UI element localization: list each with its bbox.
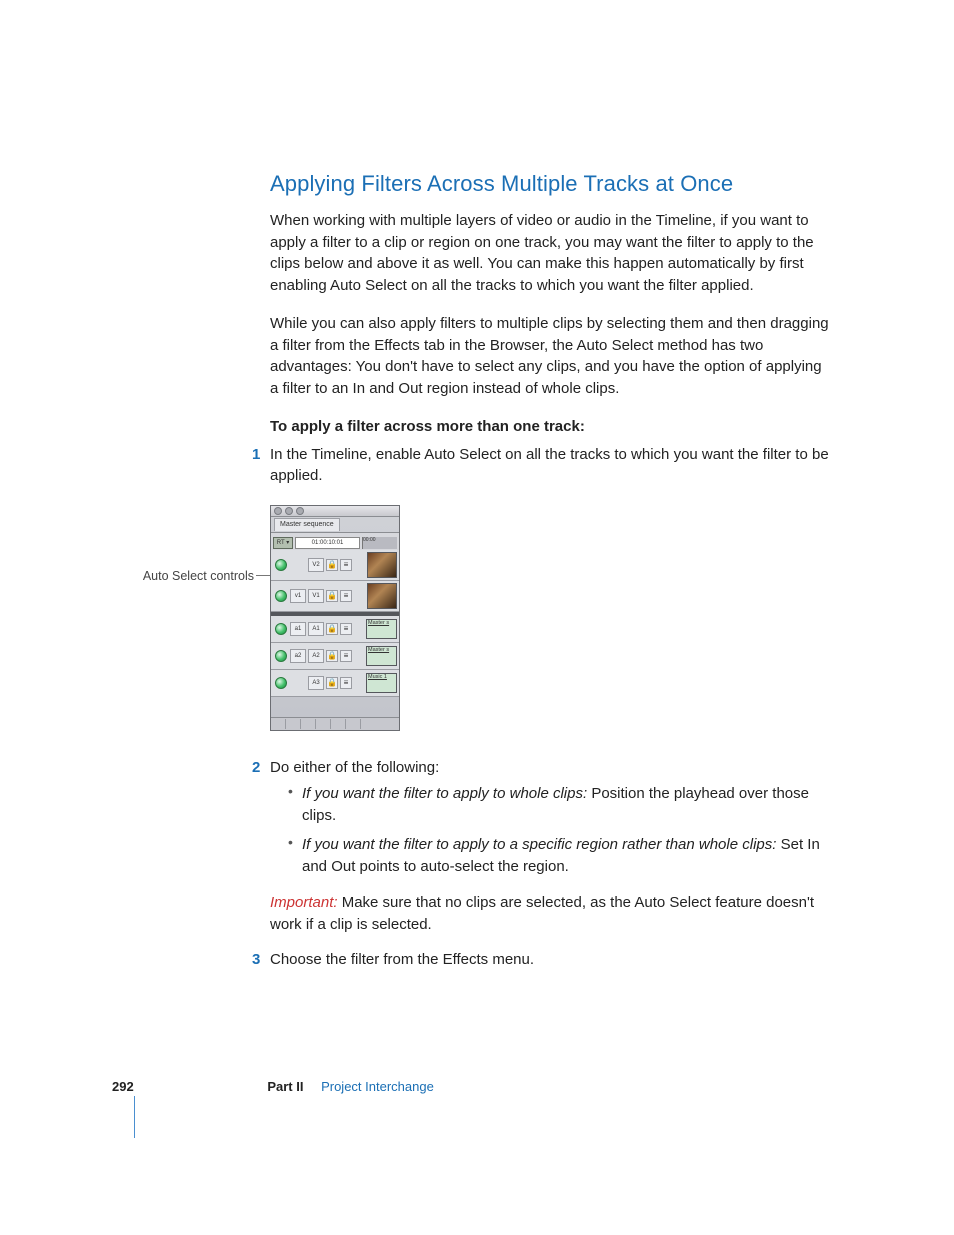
figure-timeline: Auto Select controls Master sequence RT … — [270, 505, 832, 735]
step-2-intro: Do either of the following: — [270, 759, 439, 776]
track-a1: a1 A1 🔒 ≡ Master s — [271, 616, 399, 643]
timeline-titlebar — [271, 506, 399, 517]
margin-rule — [134, 1096, 135, 1138]
audio-clip: Master s — [366, 619, 397, 639]
bullet-lead: If you want the filter to apply to a spe… — [302, 836, 781, 853]
track-v2: V2 🔒 ≡ — [271, 550, 399, 581]
timeline-footer — [271, 717, 399, 730]
bullet-specific-region: If you want the filter to apply to a spe… — [288, 834, 832, 878]
track-option-icon: ≡ — [340, 677, 352, 689]
callout-line — [256, 575, 270, 576]
chapter-label: Project Interchange — [321, 1079, 434, 1094]
track-v1: v1 V1 🔒 ≡ — [271, 581, 399, 612]
intro-paragraph-2: While you can also apply filters to mult… — [270, 313, 832, 400]
clip-thumbnail — [367, 583, 397, 609]
track-option-icon: ≡ — [340, 590, 352, 602]
lock-icon: 🔒 — [326, 559, 338, 571]
audio-clip: Master s — [366, 646, 397, 666]
src-label-a2: a2 — [290, 649, 306, 663]
bullet-whole-clips: If you want the filter to apply to whole… — [288, 783, 832, 827]
track-option-icon: ≡ — [340, 623, 352, 635]
auto-select-icon — [275, 590, 287, 602]
section-heading: Applying Filters Across Multiple Tracks … — [270, 168, 832, 200]
callout-auto-select: Auto Select controls — [124, 567, 254, 585]
lock-icon: 🔒 — [326, 623, 338, 635]
sequence-tab: Master sequence — [274, 518, 340, 531]
minimize-icon — [285, 507, 293, 515]
auto-select-icon — [275, 677, 287, 689]
rt-button: RT ▾ — [273, 537, 293, 549]
procedure-title: To apply a filter across more than one t… — [270, 416, 832, 438]
track-label-a1: A1 — [308, 622, 324, 636]
zoom-icon — [296, 507, 304, 515]
part-label: Part II — [267, 1079, 303, 1094]
bullet-lead: If you want the filter to apply to whole… — [302, 785, 591, 802]
track-option-icon: ≡ — [340, 559, 352, 571]
auto-select-icon — [275, 650, 287, 662]
auto-select-icon — [275, 559, 287, 571]
lock-icon: 🔒 — [326, 677, 338, 689]
track-label-a2: A2 — [308, 649, 324, 663]
track-option-icon: ≡ — [340, 650, 352, 662]
track-label-v1: V1 — [308, 589, 324, 603]
important-label: Important: — [270, 894, 342, 911]
page-number: 292 — [112, 1079, 134, 1094]
ruler: 00:00 — [362, 537, 397, 549]
intro-paragraph-1: When working with multiple layers of vid… — [270, 210, 832, 297]
track-a3: A3 🔒 ≡ Music 1 — [271, 670, 399, 697]
step-1-text: In the Timeline, enable Auto Select on a… — [270, 446, 829, 485]
src-label-a1: a1 — [290, 622, 306, 636]
step-1: In the Timeline, enable Auto Select on a… — [270, 444, 832, 736]
track-a2: a2 A2 🔒 ≡ Master s — [271, 643, 399, 670]
important-note: Important: Make sure that no clips are s… — [270, 892, 832, 936]
step-2: Do either of the following: If you want … — [270, 757, 832, 935]
audio-clip: Music 1 — [366, 673, 397, 693]
clip-thumbnail — [367, 552, 397, 578]
timeline-panel: Master sequence RT ▾ 01:00:10:01 00:00 V… — [270, 505, 400, 731]
src-label-v1: v1 — [290, 589, 306, 603]
lock-icon: 🔒 — [326, 590, 338, 602]
auto-select-icon — [275, 623, 287, 635]
track-label-v2: V2 — [308, 558, 324, 572]
step-3-text: Choose the filter from the Effects menu. — [270, 951, 534, 968]
lock-icon: 🔒 — [326, 650, 338, 662]
close-icon — [274, 507, 282, 515]
important-text: Make sure that no clips are selected, as… — [270, 894, 814, 933]
page-footer: 292 Part II Project Interchange — [112, 1078, 434, 1097]
step-3: Choose the filter from the Effects menu. — [270, 949, 832, 971]
track-label-a3: A3 — [308, 676, 324, 690]
timecode-field: 01:00:10:01 — [295, 537, 360, 549]
